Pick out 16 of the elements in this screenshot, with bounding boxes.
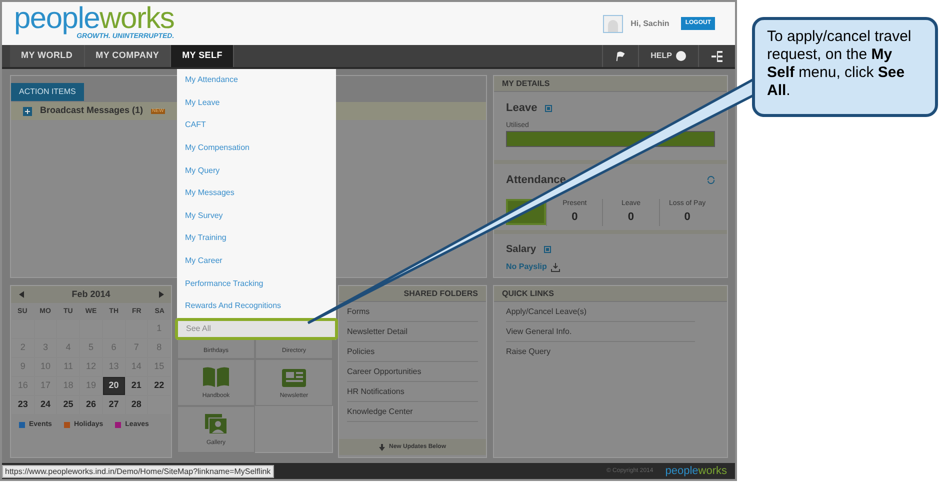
logo-text: peopleworks [665,466,727,476]
stat-value: 0 [572,210,578,225]
broadcast-label: Broadcast Messages (1) [40,104,144,118]
calendar-month: Feb 2014 [70,288,112,301]
panel-header: MY DETAILS [494,76,727,92]
salary-title: Salary [506,243,536,257]
callout-text: To apply/cancel travel request, on the My Self menu, click See All. [767,28,912,99]
stat-value: 0 [684,210,690,225]
panel-header: QUICK LINKS [494,286,727,302]
stat-value: 0 [628,210,634,225]
status-url: https://www.peopleworks.ind.in/Demo/Home/SiteMap?linkname=MySelflink [2,465,274,478]
logo-text: peopleworks [14,4,174,34]
attendance-title: Attendance [506,173,566,188]
leave-title: Leave [506,101,538,116]
panel-header: SHARED FOLDERS [339,286,486,302]
greeting: Hi, Sachin [630,18,670,30]
